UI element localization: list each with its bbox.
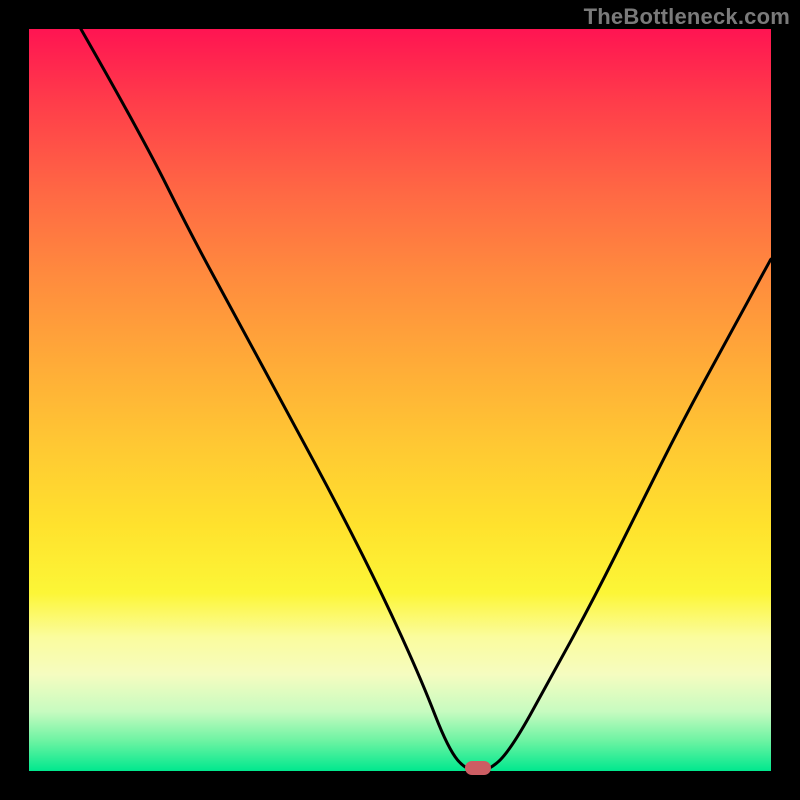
- chart-plot-area: [29, 29, 771, 771]
- optimum-marker: [465, 761, 491, 775]
- chart-frame: TheBottleneck.com: [0, 0, 800, 800]
- watermark-text: TheBottleneck.com: [584, 4, 790, 30]
